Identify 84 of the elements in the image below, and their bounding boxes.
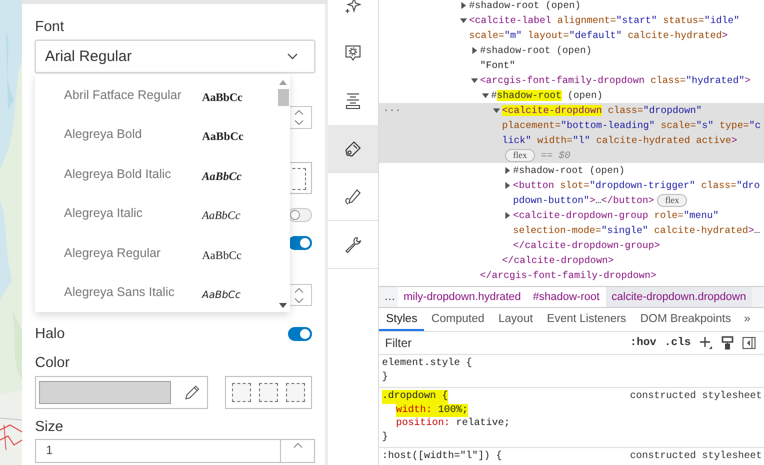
expand-arrow-icon[interactable]: [460, 2, 467, 9]
down-icon: [294, 120, 304, 126]
size-input[interactable]: 1: [35, 439, 315, 463]
pencil-icon: [344, 188, 362, 206]
swatch-box[interactable]: [225, 376, 312, 409]
size-label: Size: [35, 418, 64, 437]
expand-arrow-icon[interactable]: [493, 107, 500, 114]
css-selector: .dropdown {: [382, 390, 448, 404]
expand-arrow-icon[interactable]: [482, 92, 489, 99]
expand-arrow-icon[interactable]: [504, 212, 511, 219]
toggle-switch[interactable]: [288, 327, 312, 341]
code-line: <arcgis-font-family-dropdown class="hydrated">: [480, 74, 750, 88]
closing-brace: }: [382, 370, 388, 384]
up-icon: [294, 288, 304, 292]
code-line: lick" width="l" calcite-hydrated active>: [502, 134, 738, 148]
text-align-icon: [344, 92, 362, 110]
code-line: <calcite-dropdown class="dropdown": [502, 104, 702, 118]
stylesheet-source[interactable]: constructed stylesheet: [630, 450, 764, 464]
gear-icon: [344, 44, 362, 62]
font-option[interactable]: Alegreya Bold AaBbCc: [35, 118, 276, 157]
font-option[interactable]: Alegreya Bold Italic AaBbCc: [35, 157, 276, 196]
scroll-down-icon[interactable]: [279, 303, 287, 308]
toggle-switch[interactable]: [288, 236, 312, 250]
breadcrumb[interactable]: calcite-dropdown.dropdown: [606, 287, 752, 307]
scroll-thumb[interactable]: [278, 89, 288, 106]
css-selector: :host([width="l"]) {: [382, 450, 502, 464]
font-option[interactable]: Alegreya Regular AaBbCc: [35, 236, 276, 276]
selected-node-row[interactable]: ··· <calcite-dropdown class="dropdown" placement="bottom-leading" scale="s" type="c lick" width="l" calcite-hydrated active> flex == $0: [379, 103, 764, 163]
code-line: </calcite-dropdown>: [502, 254, 614, 268]
up-icon: [294, 110, 304, 115]
halo-label: Halo: [35, 326, 65, 342]
code-line: scale="m" layout="default" calcite-hydrated>: [469, 29, 728, 43]
code-line: <calcite-label alignment="start" status="idle": [469, 14, 740, 28]
breadcrumb-overflow[interactable]: …: [384, 291, 396, 303]
code-line: </arcgis-font-family-dropdown>: [480, 269, 656, 283]
code-line: #shadow-root (open): [491, 89, 603, 103]
font-option[interactable]: Alegreya Sans Italic AaBbCc: [35, 276, 276, 315]
expand-arrow-icon[interactable]: [471, 77, 478, 84]
pencil-icon[interactable]: [184, 384, 201, 401]
flex-badge[interactable]: flex: [657, 194, 688, 207]
code-line: pdown-button">…</button>: [513, 194, 654, 208]
paint-roller-icon[interactable]: [720, 336, 734, 350]
sidebar-toggle-icon[interactable]: [742, 336, 756, 350]
code-line: <calcite-dropdown-group role="menu": [513, 209, 719, 223]
stylesheet-source[interactable]: constructed stylesheet: [630, 390, 764, 404]
tag-icon: [344, 140, 362, 158]
node-reference: == $0: [541, 149, 570, 163]
toggle-switch[interactable]: [288, 208, 312, 222]
color-picker-field[interactable]: [35, 376, 208, 409]
breadcrumb[interactable]: #shadow-root: [526, 287, 606, 307]
css-declaration: width: 100%;: [396, 404, 468, 417]
code-line: #shadow-root (open): [513, 164, 625, 178]
down-icon: [294, 298, 304, 302]
filter-toggle[interactable]: .cls: [664, 337, 691, 349]
up-icon[interactable]: [292, 443, 302, 448]
flex-badge[interactable]: flex: [505, 149, 535, 162]
closing-brace: }: [382, 430, 388, 444]
wrench-icon: [344, 236, 362, 254]
code-line: #shadow-root (open): [480, 44, 592, 58]
plus-icon[interactable]: [698, 336, 713, 350]
code-line: <button slot="dropdown-trigger" class="dro: [513, 179, 760, 193]
chevron-icon: [287, 53, 298, 60]
expand-arrow-icon[interactable]: [504, 167, 511, 174]
filter-toggle[interactable]: :hov: [630, 337, 656, 349]
code-line: </calcite-dropdown-group>: [513, 239, 660, 253]
color-label: Color: [35, 354, 71, 373]
css-selector: element.style {: [382, 357, 472, 370]
code-line: selection-mode="single" calcite-hydrated>…: [513, 224, 760, 238]
font-option[interactable]: Abril Fatface Regular AaBbCc: [35, 78, 276, 118]
font-label: Font: [35, 18, 66, 36]
sparkle-icon: [344, 0, 362, 14]
breadcrumb[interactable]: mily-dropdown.hydrated: [398, 287, 527, 307]
expand-arrow-icon[interactable]: [504, 182, 511, 189]
node-actions-mark[interactable]: ···: [383, 106, 402, 118]
code-line: "Font": [480, 59, 516, 73]
code-line: #shadow-root (open): [469, 0, 581, 13]
font-option[interactable]: Alegreya Italic AaBbCc: [35, 196, 276, 236]
expand-arrow-icon[interactable]: [471, 47, 478, 54]
code-line: placement="bottom-leading" scale="s" type="c: [502, 119, 761, 133]
scroll-up-icon[interactable]: [279, 80, 287, 85]
expand-arrow-icon[interactable]: [460, 17, 467, 24]
css-declaration: position: relative;: [396, 417, 510, 430]
toolbar-button[interactable]: [328, 125, 378, 173]
font-dropdown[interactable]: Arial Regular: [35, 40, 315, 73]
